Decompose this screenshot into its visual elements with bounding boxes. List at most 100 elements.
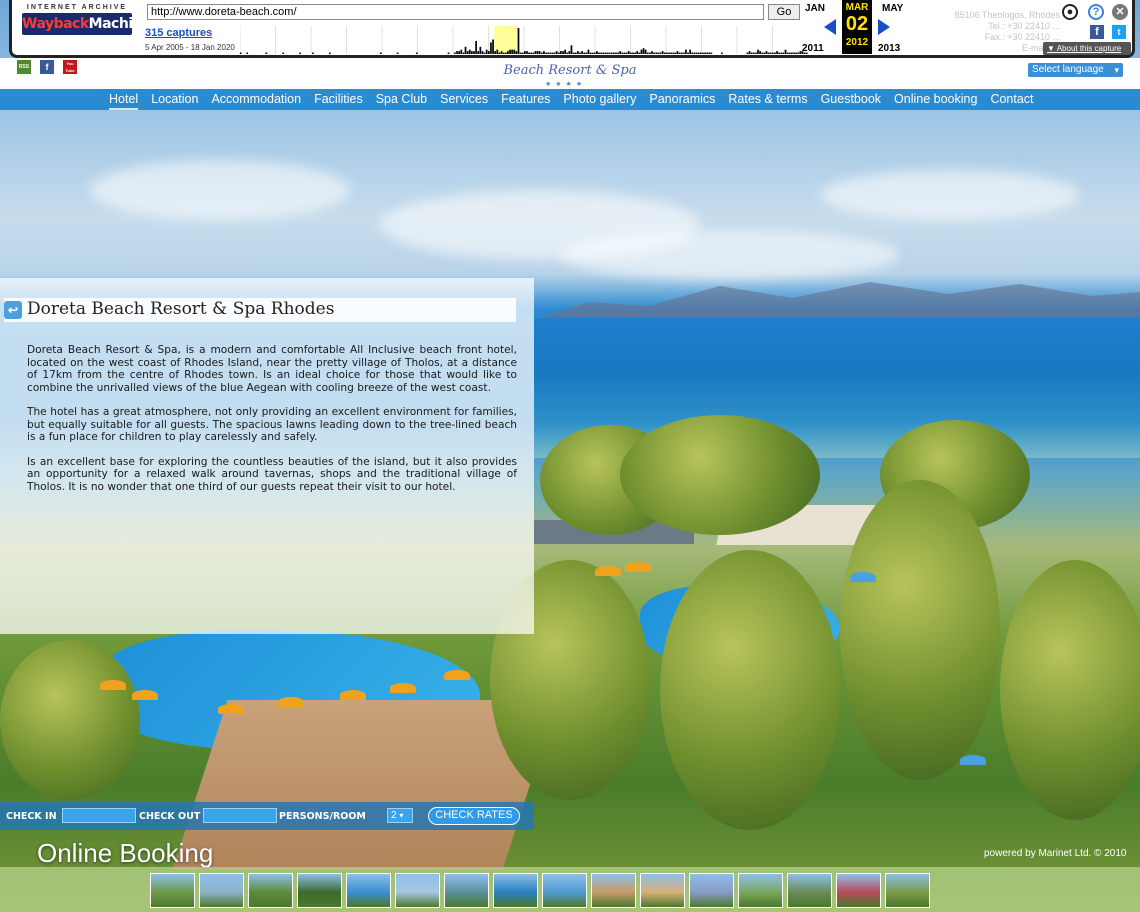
gallery-thumbnail[interactable] (444, 873, 489, 908)
twitter-share-icon[interactable]: t (1112, 25, 1126, 39)
language-select[interactable]: Select language ▾ (1028, 63, 1123, 77)
sparkline-bar (636, 51, 639, 54)
wayback-go-button[interactable]: Go (768, 4, 800, 20)
wayback-logo[interactable]: INTERNET ARCHIVE WaybackMachine (22, 4, 152, 44)
gallery-thumbnail[interactable] (493, 873, 538, 908)
paragraph: The hotel has a great atmosphere, not on… (27, 406, 517, 443)
gallery-thumbnail[interactable] (395, 873, 440, 908)
sparkline-bar (526, 51, 528, 54)
check-out-input[interactable] (203, 808, 277, 823)
nav-item-services[interactable]: Services (440, 89, 488, 110)
nav-item-photo-gallery[interactable]: Photo gallery (563, 89, 636, 110)
wayback-prev-year[interactable]: 2011 (802, 43, 824, 54)
sparkline-bar (540, 52, 543, 54)
facebook-icon[interactable]: f (40, 60, 54, 74)
wayback-url-input[interactable] (147, 4, 764, 20)
gallery-thumbnail[interactable] (689, 873, 734, 908)
sparkline-bar (674, 52, 677, 54)
nav-item-guestbook[interactable]: Guestbook (821, 89, 881, 110)
sparkline-bar (507, 51, 509, 54)
sparkline-bar (634, 52, 636, 54)
check-rates-button[interactable]: CHECK RATES (428, 807, 520, 825)
sparkline-bar (748, 51, 751, 54)
wayback-next-year[interactable]: 2013 (878, 43, 900, 54)
wayback-next-month[interactable]: MAY (882, 3, 903, 14)
sparkline-bar (668, 52, 670, 54)
paragraph: Is an excellent base for exploring the c… (27, 455, 517, 493)
gallery-thumbnail[interactable] (297, 873, 342, 908)
sparkline-bar (672, 52, 675, 54)
sparkline-bar (524, 51, 526, 54)
sparkline-bar (572, 52, 575, 54)
sparkline-bar (699, 52, 702, 54)
facebook-share-icon[interactable]: f (1090, 25, 1104, 39)
sparkline-bar (562, 51, 564, 54)
nav-item-features[interactable]: Features (501, 89, 550, 110)
sparkline-bar (579, 52, 581, 54)
gallery-thumbnail[interactable] (640, 873, 685, 908)
sparkline-bar (680, 52, 683, 54)
check-out-label: CHECK OUT (139, 811, 201, 822)
wayback-prev-capture-arrow-icon[interactable] (824, 19, 836, 35)
sparkline-bar (619, 51, 622, 54)
gallery-thumbnail[interactable] (199, 873, 244, 908)
sparkline-bar (797, 52, 800, 54)
gallery-thumbnail[interactable] (787, 873, 832, 908)
nav-item-accommodation[interactable]: Accommodation (211, 89, 301, 110)
gallery-thumbnail[interactable] (346, 873, 391, 908)
sparkline-bar (613, 52, 615, 54)
close-icon[interactable]: ✕ (1112, 4, 1128, 20)
gallery-thumbnail[interactable] (885, 873, 930, 908)
nav-item-hotel[interactable]: Hotel (109, 89, 139, 110)
gallery-thumbnail[interactable] (248, 873, 293, 908)
gallery-thumbnail[interactable] (542, 873, 587, 908)
persons-room-label: PERSONS/ROOM (279, 811, 366, 822)
nav-item-facilities[interactable]: Facilities (314, 89, 363, 110)
nav-item-rates-terms[interactable]: Rates & terms (728, 89, 807, 110)
sparkline-bar (329, 52, 331, 54)
rss-icon[interactable]: RSS (17, 60, 31, 74)
sparkline-bar (746, 52, 749, 54)
wayback-prev-month[interactable]: JAN (805, 3, 825, 14)
gallery-thumbnail[interactable] (738, 873, 783, 908)
sparkline-bar (780, 52, 783, 54)
gallery-thumbnail[interactable] (836, 873, 881, 908)
sparkline-bar (538, 51, 541, 54)
wayback-captures-link[interactable]: 315 captures (145, 27, 212, 39)
wayback-next-capture-arrow-icon[interactable] (878, 19, 890, 35)
wayback-current-day: 02 (845, 13, 869, 35)
nav-item-contact[interactable]: Contact (990, 89, 1033, 110)
nav-item-location[interactable]: Location (151, 89, 198, 110)
sparkline-bar (581, 51, 583, 54)
back-arrow-icon[interactable]: ↩ (4, 301, 22, 319)
gallery-thumbnail[interactable] (150, 873, 195, 908)
sparkline-bar (568, 51, 571, 54)
sparkline-bar (468, 49, 471, 54)
persons-select[interactable]: 2 ▾ (387, 808, 413, 823)
sparkline-bar (788, 52, 791, 54)
gallery-thumbnail[interactable] (591, 873, 636, 908)
hotel-logo-text[interactable]: Beach Resort & Spa (495, 63, 645, 78)
user-icon[interactable]: ● (1062, 4, 1078, 20)
sparkline-bar (702, 52, 704, 54)
sparkline-bar (566, 52, 569, 54)
sparkline-bar (555, 51, 558, 54)
sparkline-bar (591, 52, 594, 54)
sparkline-bar (778, 52, 781, 54)
nav-item-online-booking[interactable]: Online booking (894, 89, 977, 110)
youtube-icon[interactable]: You Tube (63, 60, 77, 74)
check-in-input[interactable] (62, 808, 136, 823)
help-icon[interactable]: ? (1088, 4, 1104, 20)
sparkline-bar (623, 52, 626, 54)
sparkline-bar (759, 51, 761, 54)
nav-item-panoramics[interactable]: Panoramics (649, 89, 715, 110)
sparkline-bar (502, 52, 505, 54)
powered-by-credit[interactable]: powered by Marinet Ltd. © 2010 (984, 848, 1126, 859)
sparkline-bar (589, 52, 592, 54)
wayback-capture-sparkline[interactable] (240, 26, 808, 54)
sparkline-bar (477, 51, 480, 54)
nav-item-spa-club[interactable]: Spa Club (376, 89, 427, 110)
panel-title-bar: ↩ Doreta Beach Resort & Spa Rhodes (4, 298, 516, 322)
sparkline-bar (767, 52, 770, 54)
sparkline-bar (795, 52, 797, 54)
